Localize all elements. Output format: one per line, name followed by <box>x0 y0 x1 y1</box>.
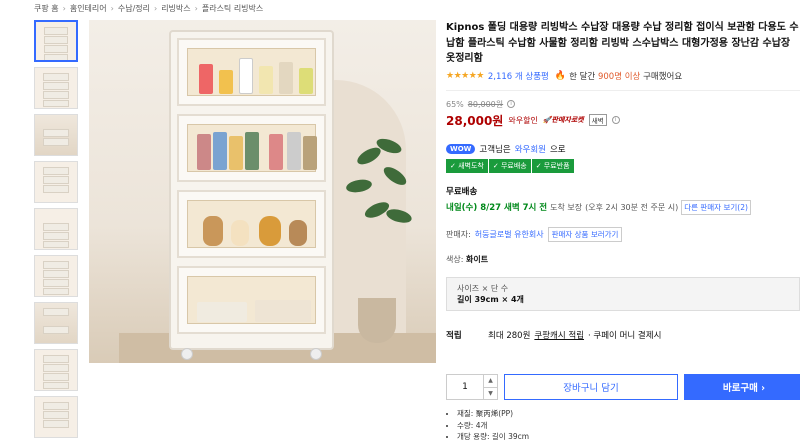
discount-rate: 65% <box>446 99 464 109</box>
benefit-free-return: ✓ 무료반품 <box>531 158 575 173</box>
shipping-line: 내일(수) 8/27 새벽 7시 전 도착 보장 (오후 2시 30분 전 주문… <box>446 199 800 215</box>
arrival-date: 내일(수) 8/27 새벽 7시 전 <box>446 203 548 213</box>
breadcrumb-item-living-box[interactable]: 리빙박스 <box>161 3 190 14</box>
color-label: 색상: <box>446 254 464 264</box>
breadcrumb-separator: › <box>153 3 158 13</box>
rating-line: ★★★★★ 2,116 개 상품평 🔥 한 달간 900명 이상 구매했어요 <box>446 70 800 82</box>
quantity-buttons: ▲ ▼ <box>483 375 497 399</box>
seller-rocket-badge: 🚀판매자로켓 <box>542 116 584 124</box>
seller-name-link[interactable]: 허둥글로벌 유한회사 <box>475 229 544 240</box>
thumbnail-3[interactable] <box>34 114 78 156</box>
info-icon[interactable]: i <box>507 100 516 108</box>
thumbnail-4[interactable] <box>34 161 78 203</box>
order-cutoff: (오후 2시 30분 전 주문 시) <box>585 202 679 212</box>
review-count-link[interactable]: 2,116 개 상품평 <box>488 70 549 82</box>
spec-item: 개당 용량: 길이 39cm <box>457 431 529 443</box>
star-rating-icon: ★★★★★ <box>446 70 484 81</box>
thumbnail-8[interactable] <box>34 349 78 391</box>
quantity-down-icon[interactable]: ▼ <box>484 386 497 400</box>
benefit-badges: ✓ 새벽도착 ✓ 무료배송 ✓ 무료반품 <box>446 158 800 173</box>
color-value: 화이트 <box>465 254 489 264</box>
info-icon[interactable]: i <box>611 116 620 124</box>
price-line: 28,000원 와우할인 🚀판매자로켓 새벽 i <box>446 112 800 129</box>
earn-label: 적립 <box>446 330 462 341</box>
product-title: Kipnos 폴딩 대용량 리빙박스 수납장 대용량 수납 정리함 접이식 보관… <box>446 22 799 64</box>
option-value: 길이 39cm × 4개 <box>457 294 524 304</box>
color-line: 색상: 화이트 <box>446 254 800 265</box>
breadcrumb-separator: › <box>110 3 114 13</box>
monthly-purchase-text: 한 달간 900명 이상 구매했어요 <box>569 71 683 82</box>
seller-products-button[interactable]: 판매자 상품 보러가기 <box>547 226 623 242</box>
wow-member-line: WOW 고객님은 와우회원 으로 <box>446 143 800 155</box>
breadcrumb-item-home-interior[interactable]: 홈인테리어 <box>70 3 107 14</box>
thumbnail-9[interactable] <box>34 396 78 438</box>
product-main-image[interactable] <box>89 20 436 363</box>
seller-label: 판매자: <box>446 229 471 239</box>
thumbnail-2[interactable] <box>34 67 78 109</box>
sale-price: 28,000원 <box>446 113 504 128</box>
plant-pot <box>358 298 396 343</box>
thumbnail-7[interactable] <box>34 302 78 344</box>
breadcrumb-separator: › <box>62 3 66 13</box>
wow-text-suffix: 으로 <box>549 144 566 155</box>
original-price: 80,000원 <box>467 99 504 109</box>
size-option-select[interactable]: 사이즈 × 단 수 길이 39cm × 4개 <box>446 276 800 311</box>
thumbnail-5[interactable] <box>34 208 78 250</box>
discount-line: 65% 80,000원 i <box>446 99 800 110</box>
breadcrumb-item-plastic-box[interactable]: 플라스틱 리빙박스 <box>202 3 263 14</box>
spec-item: 수량: 4개 <box>457 420 529 432</box>
fire-icon: 🔥 <box>554 70 567 81</box>
spec-item: 재질: 聚丙烯(PP) <box>457 408 529 420</box>
other-sellers-button[interactable]: 다른 판매자 보기(2) <box>681 199 751 215</box>
cabinet-illustration <box>169 30 334 360</box>
breadcrumb-separator: › <box>194 3 198 13</box>
wow-member-link[interactable]: 와우회원 <box>515 143 546 155</box>
product-info: Kipnos 폴딩 대용량 리빙박스 수납장 대용량 수납 정리함 접이식 보관… <box>446 20 800 341</box>
plant <box>345 135 416 260</box>
thumbnail-6[interactable] <box>34 255 78 297</box>
buy-now-button[interactable]: 바로구매 › <box>684 374 800 400</box>
dawn-badge: 새벽 <box>588 114 607 126</box>
shipping-title: 무료배송 <box>446 186 478 197</box>
purchase-row: 1 ▲ ▼ 장바구니 담기 바로구매 › <box>446 374 800 400</box>
quantity-input[interactable]: 1 <box>447 375 483 399</box>
seller-line: 판매자: 허둥글로벌 유한회사 판매자 상품 보러가기 <box>446 226 800 242</box>
wow-badge: WOW <box>446 143 476 154</box>
breadcrumb-item-home[interactable]: 쿠팡 홈 <box>34 3 59 14</box>
option-label: 사이즈 × 단 수 <box>457 283 509 293</box>
wow-discount-label: 와우할인 <box>508 115 538 125</box>
breadcrumb: 쿠팡 홈 › 홈인테리어 › 수납/정리 › 리빙박스 › 플라스틱 리빙박스 <box>34 2 263 14</box>
arrival-guarantee: 도착 보장 <box>550 202 583 212</box>
breadcrumb-item-storage[interactable]: 수납/정리 <box>118 3 150 14</box>
earn-amount: 최대 280원 <box>488 330 531 341</box>
benefit-free-shipping: ✓ 무료배송 <box>488 158 532 173</box>
wow-text-prefix: 고객님은 <box>479 144 511 155</box>
thumbnail-1[interactable] <box>34 20 78 62</box>
spec-list: 재질: 聚丙烯(PP) 수량: 4개 개당 용량: 길이 39cm <box>448 408 529 443</box>
thumbnail-list <box>34 20 78 443</box>
quantity-stepper[interactable]: 1 ▲ ▼ <box>446 374 498 400</box>
benefit-dawn-delivery: ✓ 새벽도착 <box>446 158 489 173</box>
coupang-cash-link[interactable]: 쿠팡캐시 적립 <box>534 329 584 341</box>
divider <box>446 89 800 91</box>
quantity-up-icon[interactable]: ▲ <box>484 375 497 387</box>
earn-line: 적립 최대 280원 쿠팡캐시 적립 · 쿠페이 머니 결제시 <box>446 329 800 341</box>
earn-suffix: · 쿠페이 머니 결제시 <box>588 330 662 341</box>
add-to-cart-button[interactable]: 장바구니 담기 <box>504 374 678 400</box>
